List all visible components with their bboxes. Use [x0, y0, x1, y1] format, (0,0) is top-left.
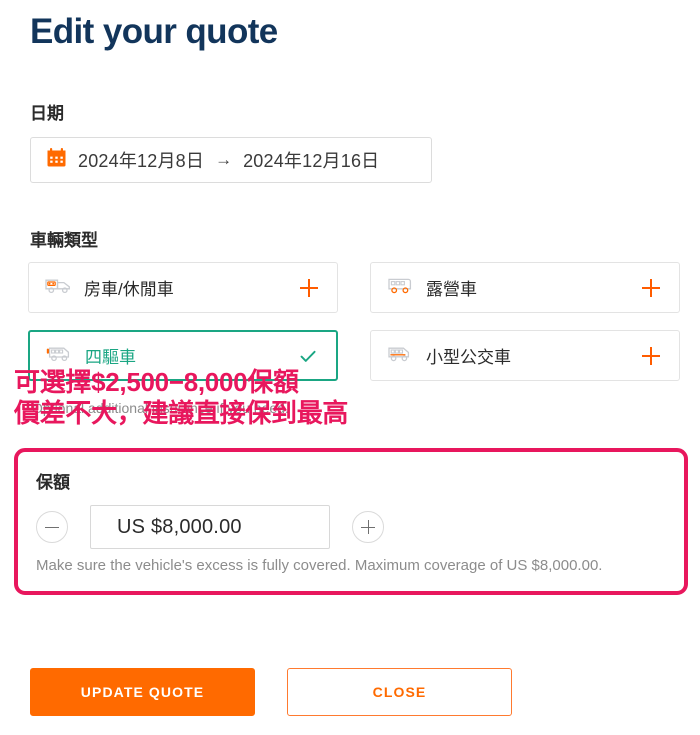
- dates-section-label: 日期: [30, 104, 64, 123]
- campervan-icon: [45, 276, 72, 299]
- excess-decrease-button[interactable]: [36, 511, 68, 543]
- vehicle-card-minibus[interactable]: 小型公交車: [370, 330, 680, 381]
- page-title: Edit your quote: [30, 12, 278, 51]
- add-vehicle-icon[interactable]: [299, 278, 319, 298]
- excess-input[interactable]: US $8,000.00: [90, 505, 330, 549]
- annotation-line-2: 價差不大，建議直接保到最高: [14, 398, 349, 429]
- add-vehicle-icon[interactable]: [641, 346, 661, 366]
- date-range-field[interactable]: 2024年12月8日 → 2024年12月16日: [30, 137, 432, 183]
- vehicle-card-label: 小型公交車: [426, 348, 511, 367]
- vehicle-card-motorhome[interactable]: 露營車: [370, 262, 680, 313]
- excess-section: 保額 US $8,000.00 Make sure the vehicle's …: [14, 448, 688, 595]
- date-start-value: 2024年12月8日: [78, 151, 205, 171]
- date-end-value: 2024年12月16日: [243, 151, 380, 171]
- close-button[interactable]: CLOSE: [287, 668, 512, 716]
- add-vehicle-icon[interactable]: [641, 278, 661, 298]
- selected-check-icon[interactable]: [298, 346, 318, 366]
- vehicle-card-campervan[interactable]: 房車/休閒車: [28, 262, 338, 313]
- excess-increase-button[interactable]: [352, 511, 384, 543]
- date-range-arrow: →: [215, 150, 233, 169]
- minibus-icon: [387, 344, 414, 367]
- annotation-overlay: 可選擇$2,500−8,000保額 價差不大，建議直接保到最高: [14, 366, 348, 431]
- vehicle-card-label: 四驅車: [85, 348, 136, 367]
- annotation-line-1: 可選擇$2,500−8,000保額: [14, 367, 299, 397]
- excess-value: US $8,000.00: [117, 515, 242, 538]
- update-quote-button[interactable]: UPDATE QUOTE: [30, 668, 255, 716]
- four-wheel-drive-icon: [46, 344, 73, 367]
- excess-note: Make sure the vehicle's excess is fully …: [36, 557, 603, 574]
- vehicle-section-label: 車輛類型: [30, 231, 98, 250]
- excess-title: 保額: [36, 473, 70, 492]
- vehicle-card-label: 露營車: [426, 280, 477, 299]
- vehicle-card-label: 房車/休閒車: [84, 280, 174, 299]
- excess-stepper: US $8,000.00: [36, 505, 384, 549]
- motorhome-icon: [387, 276, 414, 299]
- calendar-icon: [47, 148, 66, 172]
